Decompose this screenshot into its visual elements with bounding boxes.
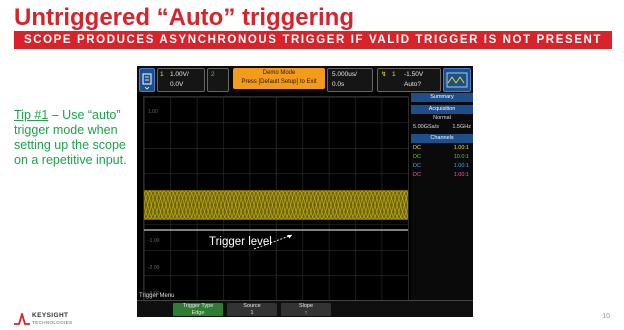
channels-header: Channels xyxy=(411,134,473,143)
acquisition-bandwidth: 1.5GHz xyxy=(452,124,471,130)
grid-label-3: -2.00 xyxy=(148,265,160,271)
trigger-channel: 1 xyxy=(392,71,396,78)
softkey-source[interactable]: Source 1 xyxy=(227,303,277,316)
signal-display-icon[interactable] xyxy=(443,68,471,92)
tip-text: Tip #1 – Use “auto” trigger mode when se… xyxy=(14,108,136,168)
logo-text: KEYSIGHT xyxy=(32,312,69,319)
logo-subtext: TECHNOLOGIES xyxy=(32,320,73,325)
channel-number: 1 xyxy=(160,71,164,78)
time-delay: 0.0s xyxy=(332,81,345,88)
channel-2-box[interactable]: 2 xyxy=(207,68,229,92)
timebase-box[interactable]: 5.000us/ 0.0s xyxy=(327,68,373,92)
trigger-box[interactable]: ↯ 1 -1.50V Auto? xyxy=(377,68,441,92)
channel-row-4: DC 1.00:1 xyxy=(413,172,469,178)
keysight-logo-icon xyxy=(14,313,30,325)
acquisition-rate: 5.00GSa/s xyxy=(413,124,439,130)
demo-line-1: Demo Mode xyxy=(262,70,296,76)
acquisition-header: Acquisition xyxy=(411,105,473,114)
signal-trace-band xyxy=(144,190,408,220)
grid-label-2: -1.00 xyxy=(148,238,160,244)
vert-scale: 1.00V/ xyxy=(170,71,189,78)
oscilloscope-screenshot: 1 1.00V/ 0.0V 2 Demo Mode Press [Default… xyxy=(137,66,473,317)
vert-offset: 0.0V xyxy=(170,81,184,88)
acquisition-mode: Normal xyxy=(433,115,451,121)
slide-title: Untriggered “Auto” triggering xyxy=(14,4,354,31)
time-scale: 5.000us/ xyxy=(332,71,357,78)
channel-row-3: DC 1.00:1 xyxy=(413,163,469,169)
menu-icon[interactable] xyxy=(139,68,155,92)
trigger-level-annotation: Trigger level xyxy=(209,236,272,248)
scope-side-panel: Summary Acquisition Normal 5.00GSa/s 1.5… xyxy=(411,92,473,302)
demo-line-2: Press [Default Setup] to Exit xyxy=(241,79,317,85)
trigger-menu-bar: Trigger Menu Trigger Type Edge Source 1 Sl… xyxy=(137,293,473,317)
channel-row-1: DC 1.00:1 xyxy=(413,145,469,151)
channel-row-2: DC 10.0:1 xyxy=(413,154,469,160)
scope-top-bar: 1 1.00V/ 0.0V 2 Demo Mode Press [Default… xyxy=(137,66,473,92)
softkey-slope[interactable]: Slope ↑ xyxy=(281,303,331,316)
channel-2-number: 2 xyxy=(211,71,215,78)
tip-label: Tip #1 xyxy=(14,108,49,122)
trigger-menu-title: Trigger Menu xyxy=(139,293,175,299)
grid-label-1: 1.00 xyxy=(148,109,158,115)
channel-1-scale-box[interactable]: 1 1.00V/ 0.0V xyxy=(157,68,205,92)
trigger-level-value: -1.50V xyxy=(404,71,424,78)
slide-banner: SCOPE PRODUCES ASYNCHRONOUS TRIGGER IF V… xyxy=(14,31,612,49)
trigger-edge-icon: ↯ xyxy=(381,71,387,78)
trigger-mode: Auto? xyxy=(404,81,421,88)
page-number: 10 xyxy=(602,313,610,320)
summary-tab[interactable]: Summary xyxy=(411,93,473,102)
acquisition-rate-row: 5.00GSa/s 1.5GHz xyxy=(411,123,473,132)
demo-mode-banner[interactable]: Demo Mode Press [Default Setup] to Exit xyxy=(233,68,325,89)
softkey-trigger-type[interactable]: Trigger Type Edge xyxy=(173,303,223,316)
waveform-display: 1.00 -1.00 -2.00 -3.00 xyxy=(143,96,409,302)
